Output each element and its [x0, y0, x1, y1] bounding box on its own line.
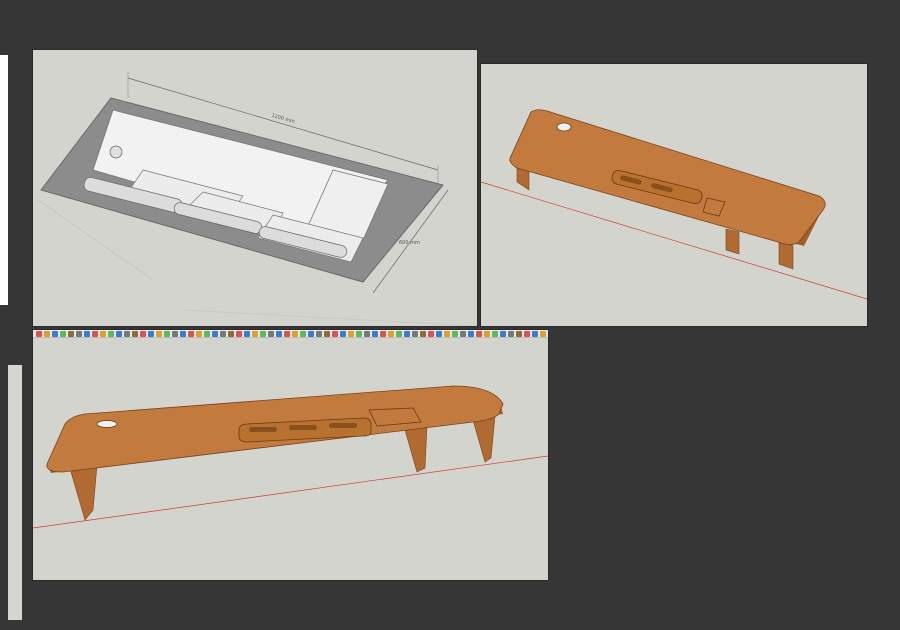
shelf-leg	[404, 424, 428, 473]
cutting-plan-viewport[interactable]: 1200 mm 600 mm	[33, 50, 477, 326]
cable-hole	[556, 122, 572, 132]
dimension-label-width: 600 mm	[399, 240, 420, 246]
window-edge-strip	[0, 55, 8, 305]
3d-perspective-viewport[interactable]	[33, 330, 548, 580]
window-edge-strip	[8, 365, 22, 620]
3d-view-viewport[interactable]	[481, 64, 867, 326]
shelf-leg	[70, 464, 98, 521]
desk-shelf-model-perspective	[33, 385, 548, 529]
cutting-plan-drawing	[37, 72, 477, 326]
shelf-top	[509, 109, 826, 246]
shelf-leg	[725, 228, 740, 255]
shelf-leg	[778, 241, 794, 270]
shelf-leg	[472, 415, 496, 463]
ground-axis-line	[33, 455, 548, 529]
desk-shelf-model	[481, 109, 867, 300]
cable-hole	[96, 420, 118, 428]
cable-hole	[109, 145, 123, 159]
